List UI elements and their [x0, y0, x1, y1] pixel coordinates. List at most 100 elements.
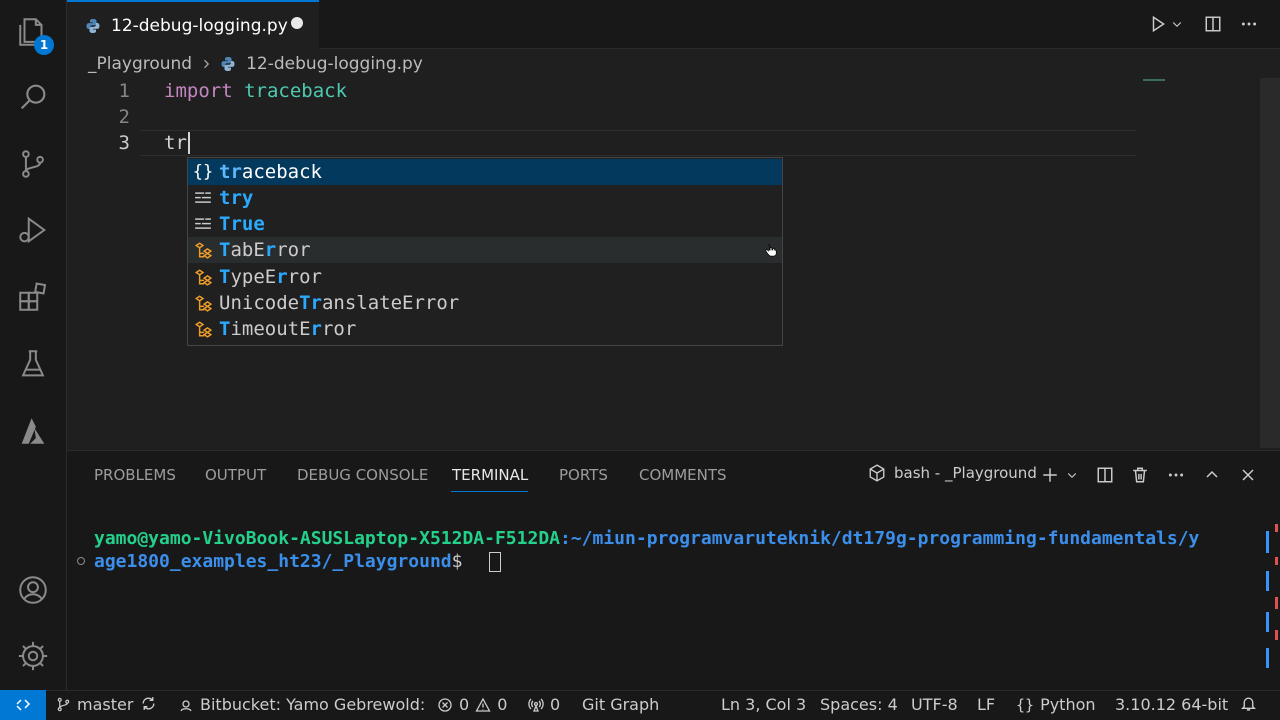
scroll-marker — [1275, 557, 1278, 565]
minimap[interactable] — [1143, 79, 1165, 81]
current-line-highlight — [140, 130, 1136, 156]
editor-scrollbar[interactable] — [1260, 78, 1280, 448]
python-file-icon — [220, 56, 236, 72]
sync-icon[interactable] — [140, 695, 157, 712]
tab-debug-console[interactable]: DEBUG CONSOLE — [297, 466, 428, 484]
python-interpreter[interactable]: 3.10.12 64-bit — [1115, 695, 1228, 714]
search-icon[interactable] — [13, 77, 53, 117]
suggestion-text: ror — [321, 318, 357, 340]
cursor-position[interactable]: Ln 3, Col 3 — [721, 695, 806, 714]
scroll-marker — [1266, 531, 1269, 553]
terminal-selector[interactable]: bash - _Playground — [868, 464, 1037, 482]
notifications-bell-icon[interactable] — [1240, 695, 1257, 712]
suggestion-text: ypeE — [230, 266, 277, 288]
active-tab-indicator — [451, 491, 528, 492]
autocomplete-suggestions: {} traceback try True TabError TypeError… — [187, 157, 783, 346]
suggestion-item[interactable]: {} traceback — [188, 159, 782, 185]
tab-ports[interactable]: PORTS — [559, 466, 608, 484]
encoding[interactable]: UTF-8 — [911, 695, 958, 714]
git-graph-button[interactable]: Git Graph — [582, 695, 659, 714]
run-debug-icon[interactable] — [13, 210, 53, 250]
testing-icon[interactable] — [13, 344, 53, 384]
module-name: traceback — [244, 80, 348, 102]
code-line-3[interactable]: tr — [164, 132, 187, 154]
suggestion-match: tr — [219, 161, 242, 183]
terminal-cursor — [489, 552, 501, 572]
settings-gear-icon[interactable] — [13, 636, 53, 676]
suggestion-item[interactable]: TabError — [188, 237, 782, 263]
error-count: 0 — [459, 695, 470, 714]
code-line-1[interactable]: import traceback — [164, 80, 347, 102]
account-icon[interactable] — [13, 570, 53, 610]
new-terminal-plus-icon[interactable] — [1036, 461, 1064, 489]
terminal-line-2[interactable]: age1800_examples_ht23/_Playground$ — [94, 551, 473, 572]
suggestion-match: Tr — [299, 292, 322, 314]
suggestion-match: T — [219, 318, 231, 340]
bitbucket-status[interactable]: Bitbucket: Yamo Gebrewold: — [178, 695, 425, 714]
terminal-line-1[interactable]: yamo@yamo-VivoBook-ASUSLaptop-X512DA-F51… — [94, 528, 1199, 549]
remote-indicator[interactable] — [0, 690, 46, 720]
split-editor-icon[interactable] — [1199, 10, 1227, 38]
command-decoration-circle-icon[interactable] — [77, 557, 85, 565]
class-icon — [190, 237, 216, 263]
keyword-icon — [190, 211, 216, 237]
azure-icon[interactable] — [13, 411, 53, 451]
breadcrumb: _Playground 12-debug-logging.py — [88, 52, 423, 76]
extensions-icon[interactable] — [13, 277, 53, 317]
warning-icon — [475, 697, 491, 712]
bitbucket-icon — [180, 699, 192, 711]
split-terminal-icon[interactable] — [1091, 461, 1119, 489]
end-of-line[interactable]: LF — [977, 695, 995, 714]
unsaved-dot-icon[interactable] — [291, 17, 303, 29]
ports-status[interactable]: 0 — [528, 695, 560, 714]
terminal-shell-icon — [868, 464, 886, 482]
suggestion-item[interactable]: try — [188, 185, 782, 211]
run-options-chevron-down-icon[interactable] — [1168, 10, 1186, 38]
breadcrumb-file[interactable]: 12-debug-logging.py — [246, 54, 423, 74]
encoding-label: UTF-8 — [911, 695, 958, 714]
suggestion-text: ror — [276, 239, 311, 261]
line-number: 2 — [118, 106, 130, 128]
cursor-position-label: Ln 3, Col 3 — [721, 695, 807, 714]
class-icon — [190, 316, 216, 342]
branch-icon — [57, 697, 70, 712]
eol-label: LF — [977, 695, 996, 714]
suggestion-match: r — [310, 318, 322, 340]
language-mode[interactable]: {} Python — [1016, 695, 1096, 714]
breadcrumb-folder[interactable]: _Playground — [88, 54, 192, 74]
suggestion-text: abE — [230, 239, 265, 261]
bitbucket-text: Bitbucket: Yamo Gebrewold: — [200, 695, 426, 714]
suggestion-item[interactable]: True — [188, 211, 782, 237]
git-branch[interactable]: master — [56, 695, 133, 714]
tab-terminal[interactable]: TERMINAL — [452, 466, 528, 484]
suggestion-match: Tr — [219, 213, 242, 235]
braces-icon: {} — [1016, 695, 1035, 714]
close-panel-icon[interactable] — [1234, 461, 1262, 489]
panel-more-actions-icon[interactable] — [1162, 461, 1190, 489]
terminal-user: yamo@yamo-VivoBook-ASUSLaptop-X512DA-F51… — [94, 528, 560, 549]
problems-status[interactable]: 0 0 — [437, 695, 507, 714]
tab-problems[interactable]: PROBLEMS — [94, 466, 176, 484]
kill-terminal-trash-icon[interactable] — [1126, 461, 1154, 489]
branch-name: master — [77, 695, 134, 714]
terminal-profiles-chevron-down-icon[interactable] — [1063, 461, 1081, 489]
indentation[interactable]: Spaces: 4 — [820, 695, 898, 714]
tab-comments[interactable]: COMMENTS — [639, 466, 727, 484]
suggestion-match: T — [219, 239, 231, 261]
suggestion-rest: ue — [241, 213, 265, 235]
suggestion-text: imeoutE — [230, 318, 311, 340]
tab-output[interactable]: OUTPUT — [205, 466, 266, 484]
suggestion-match: T — [219, 266, 231, 288]
scroll-marker — [1266, 648, 1269, 668]
activity-bar: 1 — [0, 0, 67, 690]
error-icon — [438, 697, 452, 712]
more-actions-icon[interactable] — [1235, 10, 1263, 38]
broadcast-icon — [528, 698, 544, 712]
source-control-icon[interactable] — [13, 144, 53, 184]
language-label: Python — [1040, 695, 1096, 714]
suggestion-item[interactable]: UnicodeTranslateError — [188, 290, 782, 316]
suggestion-item[interactable]: TypeError — [188, 264, 782, 290]
editor-tab[interactable]: 12-debug-logging.py — [67, 0, 319, 49]
suggestion-item[interactable]: TimeoutError — [188, 316, 782, 342]
maximize-panel-chevron-up-icon[interactable] — [1198, 461, 1226, 489]
